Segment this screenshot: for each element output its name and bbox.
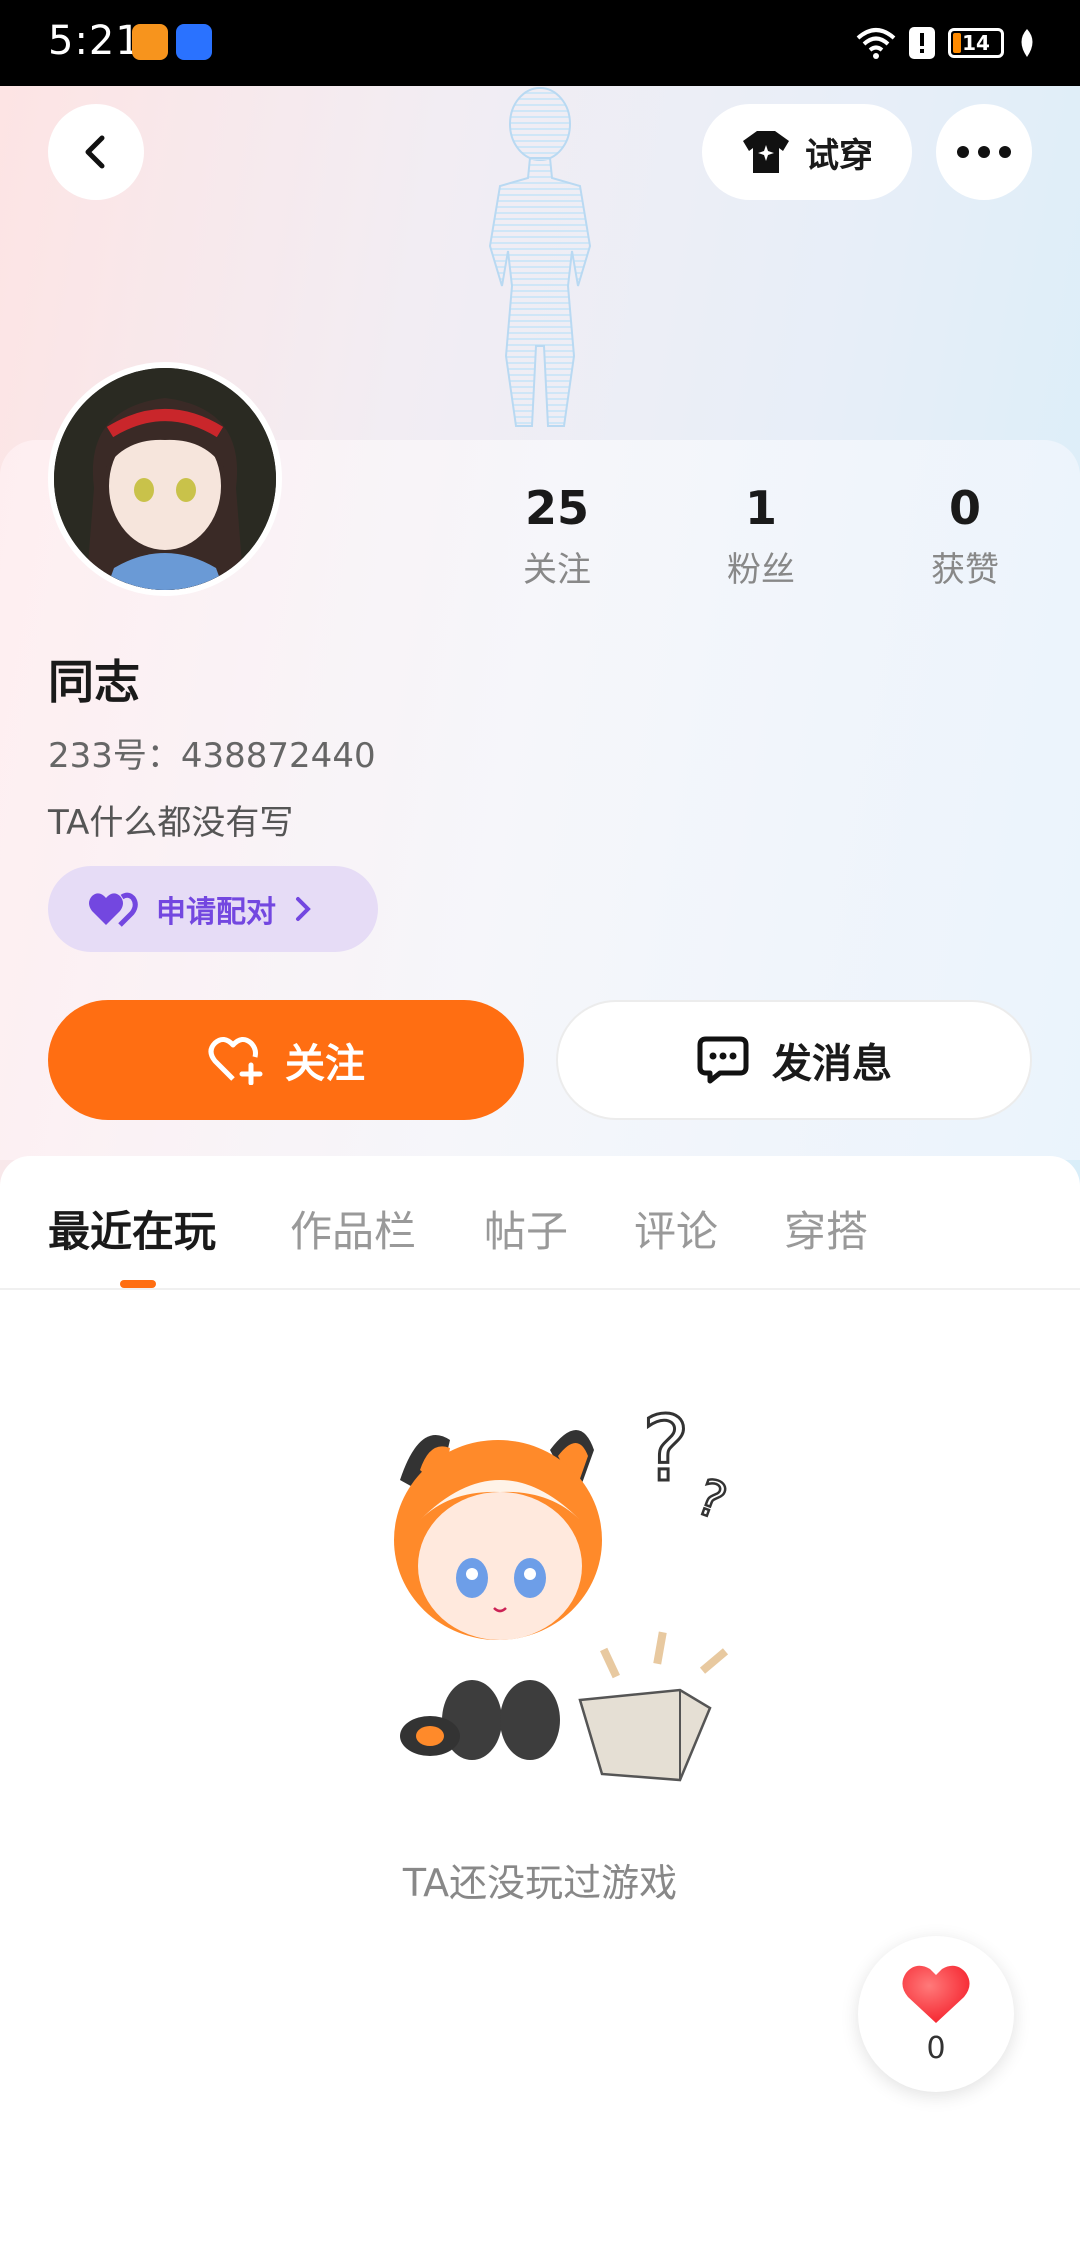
stat-value: 0: [948, 481, 981, 535]
play-app-icon: [132, 24, 168, 60]
follow-label: 关注: [285, 1041, 365, 1087]
profile-bio: TA什么都没有写: [48, 803, 294, 843]
status-time: 5:21: [48, 18, 142, 64]
stat-label: 粉丝: [727, 550, 795, 590]
message-button[interactable]: 发消息: [556, 1000, 1032, 1120]
try-on-label: 试穿: [805, 135, 873, 176]
tab-posts[interactable]: 帖子: [484, 1198, 568, 1259]
divider: [0, 1288, 1080, 1290]
shirt-icon: [743, 131, 789, 173]
empty-state-text: TA还没玩过游戏: [402, 1861, 678, 1905]
stat-likes[interactable]: 0 获赞: [885, 480, 1045, 591]
leaf-icon: [1021, 29, 1033, 57]
tab-recently-played[interactable]: 最近在玩: [48, 1198, 216, 1259]
stat-label: 获赞: [931, 550, 999, 590]
tab-comments[interactable]: 评论: [634, 1198, 718, 1259]
svg-text:?: ?: [689, 1468, 734, 1532]
tab-indicator: [120, 1280, 156, 1288]
stat-value: 1: [744, 481, 777, 535]
empty-state-illustration: ? ?: [394, 1396, 735, 1782]
avatar-hologram: [488, 87, 592, 427]
avatar-image: [54, 368, 276, 590]
baidu-app-icon: [176, 24, 212, 60]
battery-level: 14: [962, 31, 990, 55]
status-bar: 5:21 14: [0, 0, 1080, 86]
like-count: 0: [926, 2030, 946, 2066]
heart-icon: [902, 1965, 970, 2023]
more-button[interactable]: [936, 104, 1032, 200]
battery-icon: 14: [948, 28, 1004, 58]
more-dots-icon: [957, 146, 1011, 158]
chevron-right-icon: [296, 897, 311, 921]
pair-request-label: 申请配对: [156, 895, 276, 930]
chat-bubble-icon: [697, 1036, 749, 1084]
tab-outfits[interactable]: 穿搭: [784, 1198, 868, 1259]
stat-value: 25: [524, 481, 589, 535]
wifi-icon: [856, 28, 896, 59]
tab-works[interactable]: 作品栏: [290, 1198, 416, 1259]
stat-following[interactable]: 25 关注: [477, 480, 637, 591]
double-heart-icon: [89, 892, 138, 927]
svg-text:?: ?: [642, 1397, 690, 1502]
alert-icon: [909, 27, 935, 59]
tab-bar: 最近在玩 作品栏 帖子 评论 穿搭: [0, 1186, 1080, 1290]
avatar[interactable]: [48, 362, 282, 596]
try-on-button[interactable]: 试穿: [702, 104, 912, 200]
stat-label: 关注: [523, 550, 591, 590]
stat-fans[interactable]: 1 粉丝: [681, 480, 841, 591]
pair-request-button[interactable]: 申请配对: [48, 866, 378, 952]
follow-button[interactable]: 关注: [48, 1000, 524, 1120]
heart-plus-icon: [208, 1037, 263, 1085]
status-indicators: 14: [856, 22, 1038, 64]
profile-name: 同志: [48, 655, 140, 709]
like-button[interactable]: 0: [858, 1936, 1014, 2092]
back-button[interactable]: [48, 104, 144, 200]
message-label: 发消息: [772, 1041, 892, 1087]
profile-uid: 233号：438872440: [48, 736, 376, 776]
chevron-left-icon: [85, 135, 105, 169]
